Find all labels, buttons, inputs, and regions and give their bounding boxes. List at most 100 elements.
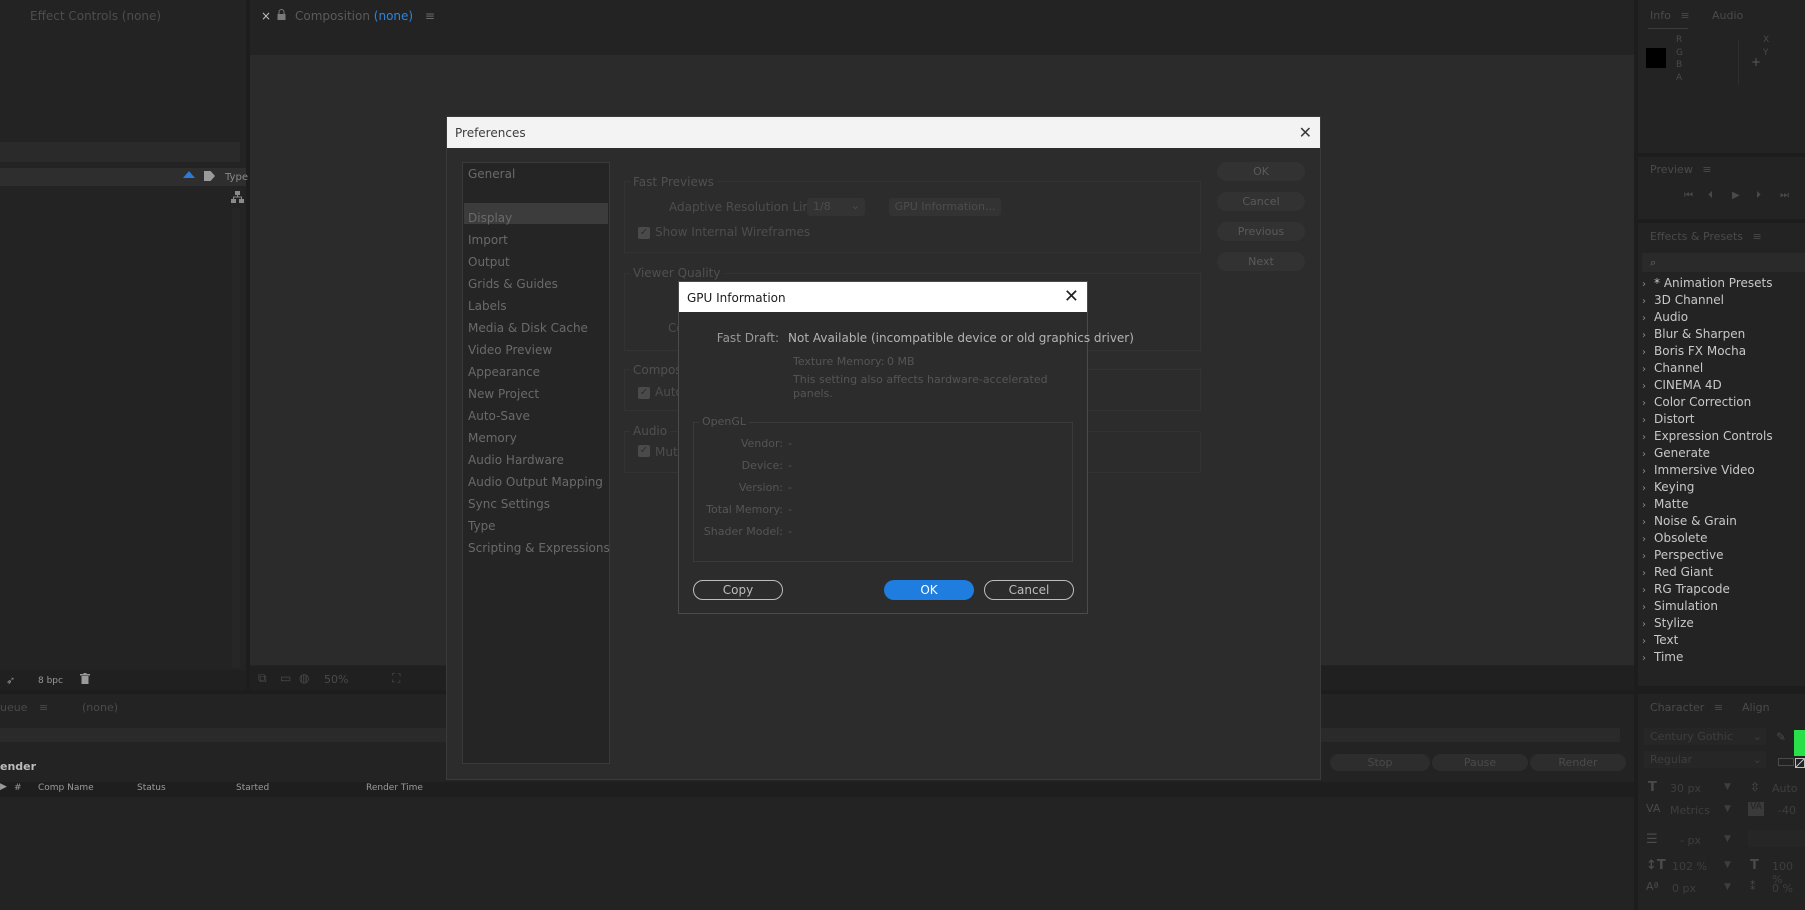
- tab-info[interactable]: Info ≡: [1650, 9, 1690, 22]
- effects-category-item[interactable]: › Audio: [1642, 310, 1688, 324]
- col-number[interactable]: #: [14, 783, 22, 793]
- kerning-field[interactable]: Metrics: [1670, 804, 1710, 817]
- effects-category-item[interactable]: › Distort: [1642, 412, 1695, 426]
- render-button[interactable]: Render: [1530, 754, 1626, 771]
- effects-category-item[interactable]: › Stylize: [1642, 616, 1694, 630]
- effects-category-item[interactable]: › Generate: [1642, 446, 1710, 460]
- preferences-category-item[interactable]: Type: [468, 519, 496, 533]
- pref-previous-button[interactable]: Previous: [1217, 222, 1305, 241]
- gpu-information-button[interactable]: GPU Information...: [889, 198, 1001, 216]
- preferences-category-item[interactable]: Display: [468, 211, 512, 225]
- col-status[interactable]: Status: [137, 783, 166, 793]
- stroke-width-field[interactable]: - px: [1680, 834, 1701, 847]
- swap-colors-icon[interactable]: [1778, 758, 1794, 766]
- preferences-category-item[interactable]: Audio Hardware: [468, 453, 564, 467]
- preferences-category-item[interactable]: Labels: [468, 299, 507, 313]
- comp-tab-accent[interactable]: (none): [374, 9, 413, 23]
- display-icon[interactable]: ▭: [280, 671, 291, 685]
- comp-menu-icon[interactable]: ≡: [425, 9, 435, 23]
- effects-category-item[interactable]: › Perspective: [1642, 548, 1724, 562]
- vertical-scale-chevron-icon[interactable]: ▼: [1724, 860, 1731, 870]
- prev-frame-icon[interactable]: ⏴: [1708, 190, 1713, 201]
- preview-title[interactable]: Preview ≡: [1650, 163, 1712, 176]
- first-frame-icon[interactable]: ⏮: [1684, 190, 1693, 201]
- comp-tab-close[interactable]: ×: [261, 9, 271, 23]
- ok-button[interactable]: OK: [884, 580, 974, 600]
- preferences-category-item[interactable]: Scripting & Expressions: [468, 541, 610, 555]
- preferences-category-item[interactable]: New Project: [468, 387, 539, 401]
- preview-menu-icon[interactable]: ≡: [1702, 163, 1711, 176]
- baseline-shift-chevron-icon[interactable]: ▼: [1724, 882, 1731, 892]
- wireframes-checkbox[interactable]: ✓: [638, 227, 650, 239]
- cancel-button[interactable]: Cancel: [984, 580, 1074, 600]
- preferences-category-item[interactable]: Sync Settings: [468, 497, 550, 511]
- render-queue-menu-icon[interactable]: ≡: [39, 701, 48, 714]
- copy-button[interactable]: Copy: [693, 580, 783, 600]
- effects-category-item[interactable]: › Keying: [1642, 480, 1694, 494]
- effects-category-item[interactable]: › Immersive Video: [1642, 463, 1755, 477]
- stroke-width-chevron-icon[interactable]: ▼: [1724, 834, 1731, 844]
- effects-category-item[interactable]: › RG Trapcode: [1642, 582, 1730, 596]
- preferences-category-item[interactable]: Audio Output Mapping: [468, 475, 603, 489]
- effects-category-item[interactable]: › CINEMA 4D: [1642, 378, 1722, 392]
- snapshot-icon[interactable]: ⧉: [258, 671, 267, 686]
- play-icon[interactable]: ▶: [1732, 190, 1740, 201]
- col-started[interactable]: Started: [236, 783, 269, 793]
- effects-category-item[interactable]: › Blur & Sharpen: [1642, 327, 1745, 341]
- font-size-field[interactable]: 30 px: [1670, 782, 1701, 795]
- sort-up-icon[interactable]: [183, 171, 195, 178]
- close-icon[interactable]: ✕: [1299, 123, 1312, 142]
- effects-search-field[interactable]: [1642, 253, 1805, 272]
- region-icon[interactable]: ⛶: [392, 671, 400, 686]
- preferences-category-item[interactable]: Auto-Save: [468, 409, 530, 423]
- adaptive-resolution-select[interactable]: 1/8 ⌄: [807, 198, 865, 216]
- flowchart-icon[interactable]: [231, 191, 244, 204]
- stop-button[interactable]: Stop: [1330, 754, 1430, 771]
- effects-category-item[interactable]: › Text: [1642, 633, 1678, 647]
- fill-color-swatch[interactable]: [1794, 730, 1805, 756]
- preferences-category-item[interactable]: Grids & Guides: [468, 277, 558, 291]
- rocket-icon[interactable]: ➶: [6, 674, 15, 687]
- font-size-chevron-icon[interactable]: ▼: [1724, 782, 1731, 792]
- col-render-time[interactable]: Render Time: [366, 783, 423, 793]
- composition-auto-checkbox[interactable]: ✓: [638, 387, 650, 399]
- no-stroke-icon[interactable]: [1795, 758, 1805, 768]
- preferences-category-item[interactable]: Memory: [468, 431, 517, 445]
- eyedropper-icon[interactable]: ✎: [1776, 730, 1786, 744]
- tsume-field[interactable]: 0 %: [1772, 882, 1793, 895]
- last-frame-icon[interactable]: ⏭: [1780, 190, 1789, 201]
- render-toggle-icon[interactable]: ▶: [0, 782, 7, 792]
- stroke-type-select[interactable]: [1748, 830, 1805, 847]
- info-menu-icon[interactable]: ≡: [1680, 9, 1689, 22]
- bpc-button[interactable]: 8 bpc: [38, 676, 63, 686]
- effects-category-item[interactable]: › Time: [1642, 650, 1683, 664]
- col-comp-name[interactable]: Comp Name: [38, 783, 94, 793]
- effects-category-item[interactable]: › Simulation: [1642, 599, 1718, 613]
- effects-category-item[interactable]: › Red Giant: [1642, 565, 1713, 579]
- effects-category-item[interactable]: › Channel: [1642, 361, 1703, 375]
- tracking-field[interactable]: -40: [1778, 804, 1796, 817]
- effects-category-item[interactable]: › Noise & Grain: [1642, 514, 1737, 528]
- effect-controls-title[interactable]: Effect Controls (none): [30, 9, 161, 23]
- search-bar[interactable]: [0, 142, 240, 162]
- preferences-category-item[interactable]: Appearance: [468, 365, 540, 379]
- pref-cancel-button[interactable]: Cancel: [1217, 192, 1305, 211]
- lock-icon[interactable]: [277, 9, 286, 20]
- close-icon[interactable]: ✕: [1064, 286, 1079, 307]
- render-queue-tab[interactable]: ueue ≡: [0, 701, 48, 714]
- trash-icon[interactable]: [80, 673, 90, 684]
- effects-category-item[interactable]: › Boris FX Mocha: [1642, 344, 1746, 358]
- audio-mute-checkbox[interactable]: ✓: [638, 445, 650, 457]
- effects-category-item[interactable]: › Expression Controls: [1642, 429, 1773, 443]
- tab-audio[interactable]: Audio: [1712, 9, 1743, 22]
- zoom-select[interactable]: 50%: [324, 673, 348, 686]
- pref-ok-button[interactable]: OK: [1217, 162, 1305, 181]
- vertical-scale-field[interactable]: 102 %: [1672, 860, 1707, 873]
- scrollbar-vertical[interactable]: [232, 208, 240, 668]
- effects-presets-title[interactable]: Effects & Presets ≡: [1650, 230, 1762, 243]
- character-menu-icon[interactable]: ≡: [1714, 701, 1723, 714]
- baseline-shift-field[interactable]: 0 px: [1672, 882, 1696, 895]
- pref-next-button[interactable]: Next: [1217, 252, 1305, 271]
- leading-field[interactable]: Auto: [1772, 782, 1798, 795]
- mask-icon[interactable]: ◍: [299, 671, 309, 685]
